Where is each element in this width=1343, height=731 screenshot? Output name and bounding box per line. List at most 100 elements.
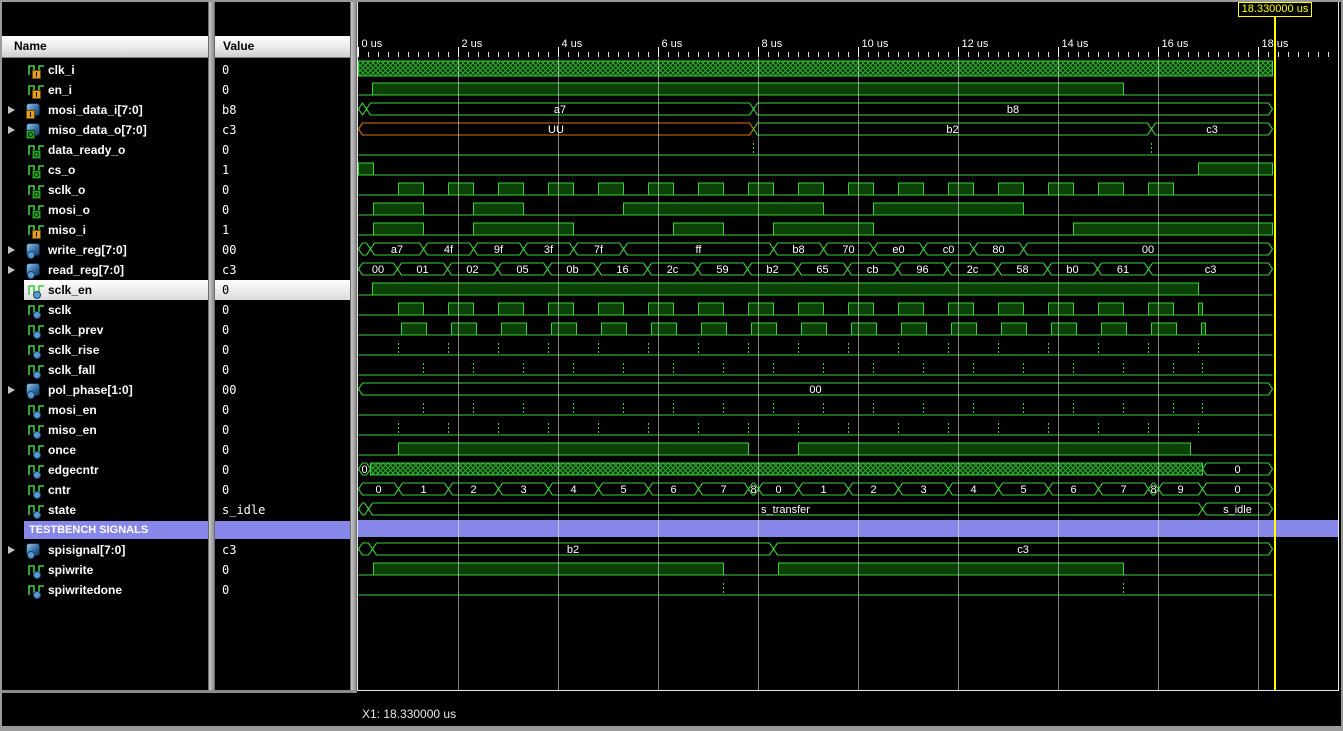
- wave-row-testbenchsignals: [358, 520, 1338, 537]
- expand-arrow-icon[interactable]: [8, 386, 15, 394]
- signal-value-cell: 00: [215, 240, 350, 260]
- signal-name-label: state: [48, 500, 76, 520]
- expand-arrow-icon[interactable]: [8, 246, 15, 254]
- signal-row-miso_i[interactable]: Imiso_i: [2, 220, 208, 240]
- cursor-status-text: X1: 18.330000 us: [362, 705, 456, 723]
- signal-row-sclk[interactable]: sclk: [2, 300, 208, 320]
- bus-value-label: 00: [809, 384, 821, 396]
- wave-row-sclk_rise: [359, 343, 1273, 355]
- output-direction-badge: O: [32, 190, 41, 199]
- signal-row-miso_data_o70[interactable]: Omiso_data_o[7:0]: [2, 120, 208, 140]
- internal-signal-badge: [27, 391, 35, 399]
- signal-name-label: mosi_data_i[7:0]: [48, 100, 143, 120]
- signal-row-spisignal70[interactable]: spisignal[7:0]: [2, 540, 208, 560]
- signal-name-label: en_i: [48, 80, 72, 100]
- signal-row-spiwrite[interactable]: spiwrite: [2, 560, 208, 580]
- signal-row-clk_i[interactable]: Iclk_i: [2, 60, 208, 80]
- bus-value-label: e0: [892, 244, 904, 256]
- expand-arrow-icon[interactable]: [8, 266, 15, 274]
- bus-value-label: 59: [716, 264, 728, 276]
- bus-value-label: c0: [943, 244, 955, 256]
- expand-arrow-icon[interactable]: [8, 106, 15, 114]
- signal-row-spiwritedone[interactable]: spiwritedone: [2, 580, 208, 600]
- bus-value-label: 9: [1177, 484, 1183, 496]
- wave-row-en_i: [359, 83, 1273, 95]
- bus-value-label: 7: [1120, 484, 1126, 496]
- bus-value-label: 6: [1070, 484, 1076, 496]
- signal-row-data_ready_o[interactable]: Odata_ready_o: [2, 140, 208, 160]
- wave-row-sclk_fall: [359, 363, 1273, 375]
- signal-name-list: Iclk_iIen_iImosi_data_i[7:0]Omiso_data_o…: [2, 2, 208, 690]
- wave-row-sclk_en: [359, 283, 1273, 295]
- waveform-canvas[interactable]: a7b8UUb2c3a74f9f3f7fffb870e0c08000000102…: [358, 58, 1338, 690]
- bus-value-label: b2: [567, 544, 579, 556]
- internal-signal-badge: [27, 271, 35, 279]
- signal-row-state[interactable]: state: [2, 500, 208, 520]
- signal-row-edgecntr[interactable]: edgecntr: [2, 460, 208, 480]
- ruler-tick-label: 12 us: [962, 38, 989, 50]
- internal-signal-badge: [33, 471, 41, 479]
- signal-group-divider[interactable]: TESTBENCH SIGNALS: [24, 521, 208, 539]
- bus-value-label: 96: [916, 264, 928, 276]
- signal-value-cell: 0: [215, 300, 350, 320]
- signal-value-cell: s_idle: [215, 500, 350, 520]
- signal-value-cell: 0: [215, 420, 350, 440]
- signal-row-miso_en[interactable]: miso_en: [2, 420, 208, 440]
- signal-row-once[interactable]: once: [2, 440, 208, 460]
- wave-row-data_ready_o: [359, 143, 1273, 155]
- internal-signal-badge: [27, 551, 35, 559]
- signal-row-sclk_rise[interactable]: sclk_rise: [2, 340, 208, 360]
- signal-row-cntr[interactable]: cntr: [2, 480, 208, 500]
- signal-value-cell: 0: [215, 440, 350, 460]
- signal-row-cs_o[interactable]: Ocs_o: [2, 160, 208, 180]
- signal-row-write_reg70[interactable]: write_reg[7:0]: [2, 240, 208, 260]
- signal-row-read_reg70[interactable]: read_reg[7:0]: [2, 260, 208, 280]
- internal-signal-badge: [33, 511, 41, 519]
- bus-value-label: c3: [1017, 544, 1029, 556]
- signal-name-label: sclk_fall: [48, 360, 95, 380]
- output-direction-badge: O: [32, 210, 41, 219]
- ruler-tick-label: 2 us: [462, 38, 483, 50]
- signal-name-label: clk_i: [48, 60, 75, 80]
- signal-row-sclk_fall[interactable]: sclk_fall: [2, 360, 208, 380]
- bus-value-label: s_idle: [1223, 504, 1252, 516]
- signal-value-cell: c3: [215, 260, 350, 280]
- bus-value-label: 1: [820, 484, 826, 496]
- signal-row-mosi_en[interactable]: mosi_en: [2, 400, 208, 420]
- expand-arrow-icon[interactable]: [8, 126, 15, 134]
- signal-row-mosi_data_i70[interactable]: Imosi_data_i[7:0]: [2, 100, 208, 120]
- signal-name-label: sclk_o: [48, 180, 85, 200]
- wave-row-cs_o: [359, 163, 1273, 175]
- bus-value-label: 5: [620, 484, 626, 496]
- bus-value-label: 4: [970, 484, 976, 496]
- wave-row-spiwritedone: [359, 583, 1273, 595]
- signal-value-cell: 0: [215, 400, 350, 420]
- signal-row-mosi_o[interactable]: Omosi_o: [2, 200, 208, 220]
- bus-value-label: 3: [920, 484, 926, 496]
- signal-name-label: cs_o: [48, 160, 75, 180]
- bus-value-label: a7: [391, 244, 403, 256]
- value-wave-splitter[interactable]: [350, 2, 357, 726]
- signal-row-sclk_o[interactable]: Osclk_o: [2, 180, 208, 200]
- bus-value-label: 00: [372, 264, 384, 276]
- wave-row-mosi_o: [359, 203, 1273, 215]
- ruler-svg: 0 us2 us4 us6 us8 us10 us12 us14 us16 us…: [358, 36, 1338, 58]
- wave-row-pol_phase10: 00: [359, 383, 1273, 396]
- time-ruler[interactable]: 0 us2 us4 us6 us8 us10 us12 us14 us16 us…: [358, 36, 1338, 58]
- name-value-splitter[interactable]: [208, 2, 215, 726]
- signal-row-en_i[interactable]: Ien_i: [2, 80, 208, 100]
- wave-row-sclk: [359, 303, 1273, 315]
- wave-row-mosi_data_i70: a7b8: [359, 103, 1273, 116]
- expand-arrow-icon[interactable]: [8, 546, 15, 554]
- signal-value-cell: 0: [215, 320, 350, 340]
- internal-signal-badge: [33, 431, 41, 439]
- signal-row-sclk_en[interactable]: sclk_en: [2, 280, 208, 300]
- window-border-bottom: [0, 726, 1343, 731]
- signal-value-cell: 0: [215, 580, 350, 600]
- signal-row-sclk_prev[interactable]: sclk_prev: [2, 320, 208, 340]
- signal-row-pol_phase10[interactable]: pol_phase[1:0]: [2, 380, 208, 400]
- signal-value-cell: 0: [215, 460, 350, 480]
- internal-signal-badge: [33, 351, 41, 359]
- signal-name-label: read_reg[7:0]: [48, 260, 124, 280]
- time-cursor-line[interactable]: [1274, 16, 1276, 690]
